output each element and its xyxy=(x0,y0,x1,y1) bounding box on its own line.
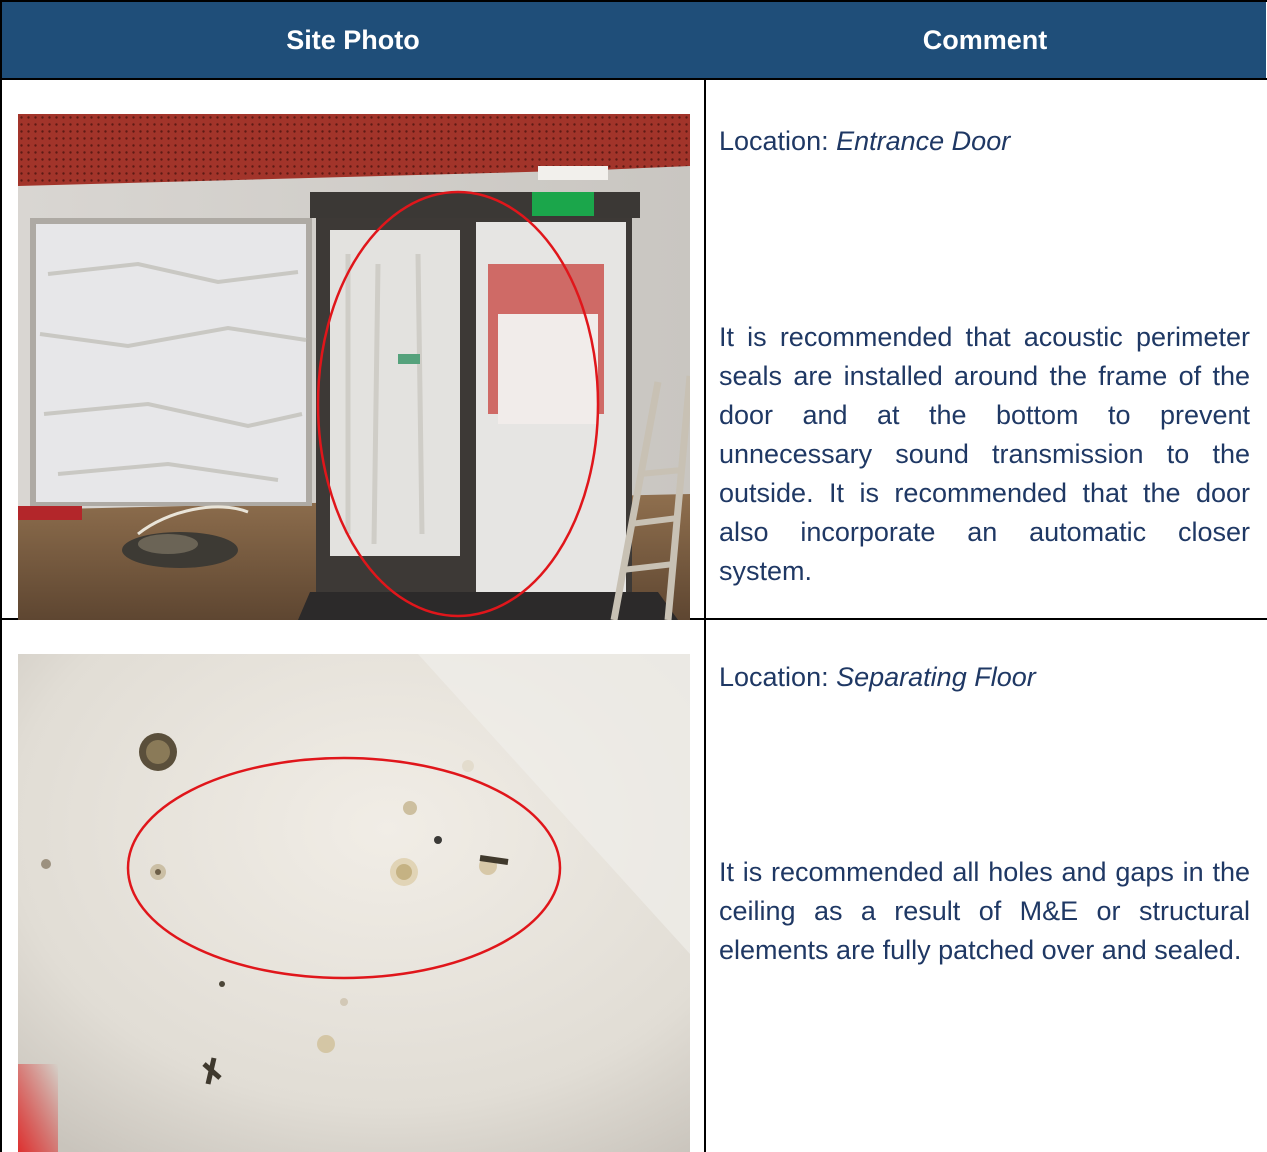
row1-location: Location: Entrance Door xyxy=(719,122,1010,161)
table-header: Site Photo Comment xyxy=(2,2,1266,79)
table-border-left xyxy=(0,0,2,1152)
table-border-top xyxy=(0,0,1267,2)
row2-location-value: Separating Floor xyxy=(836,662,1036,692)
separating-floor-photo xyxy=(18,654,690,1152)
row2-location-label: Location: xyxy=(719,662,829,692)
header-divider xyxy=(0,78,1267,80)
column-divider xyxy=(704,79,706,1152)
row1-location-label: Location: xyxy=(719,126,829,156)
row2-comment: It is recommended all holes and gaps in … xyxy=(719,857,1250,965)
report-table: Site Photo Comment Location: Entrance Do… xyxy=(0,0,1267,1152)
separating-floor-image xyxy=(18,654,690,1152)
entrance-door-image xyxy=(18,114,690,620)
header-site-photo: Site Photo xyxy=(286,25,420,55)
row1-comment: It is recommended that acoustic perimete… xyxy=(719,322,1250,586)
row2-location: Location: Separating Floor xyxy=(719,658,1036,697)
entrance-door-photo xyxy=(18,114,690,620)
header-comment: Comment xyxy=(922,25,1048,55)
row1-location-value: Entrance Door xyxy=(836,126,1011,156)
